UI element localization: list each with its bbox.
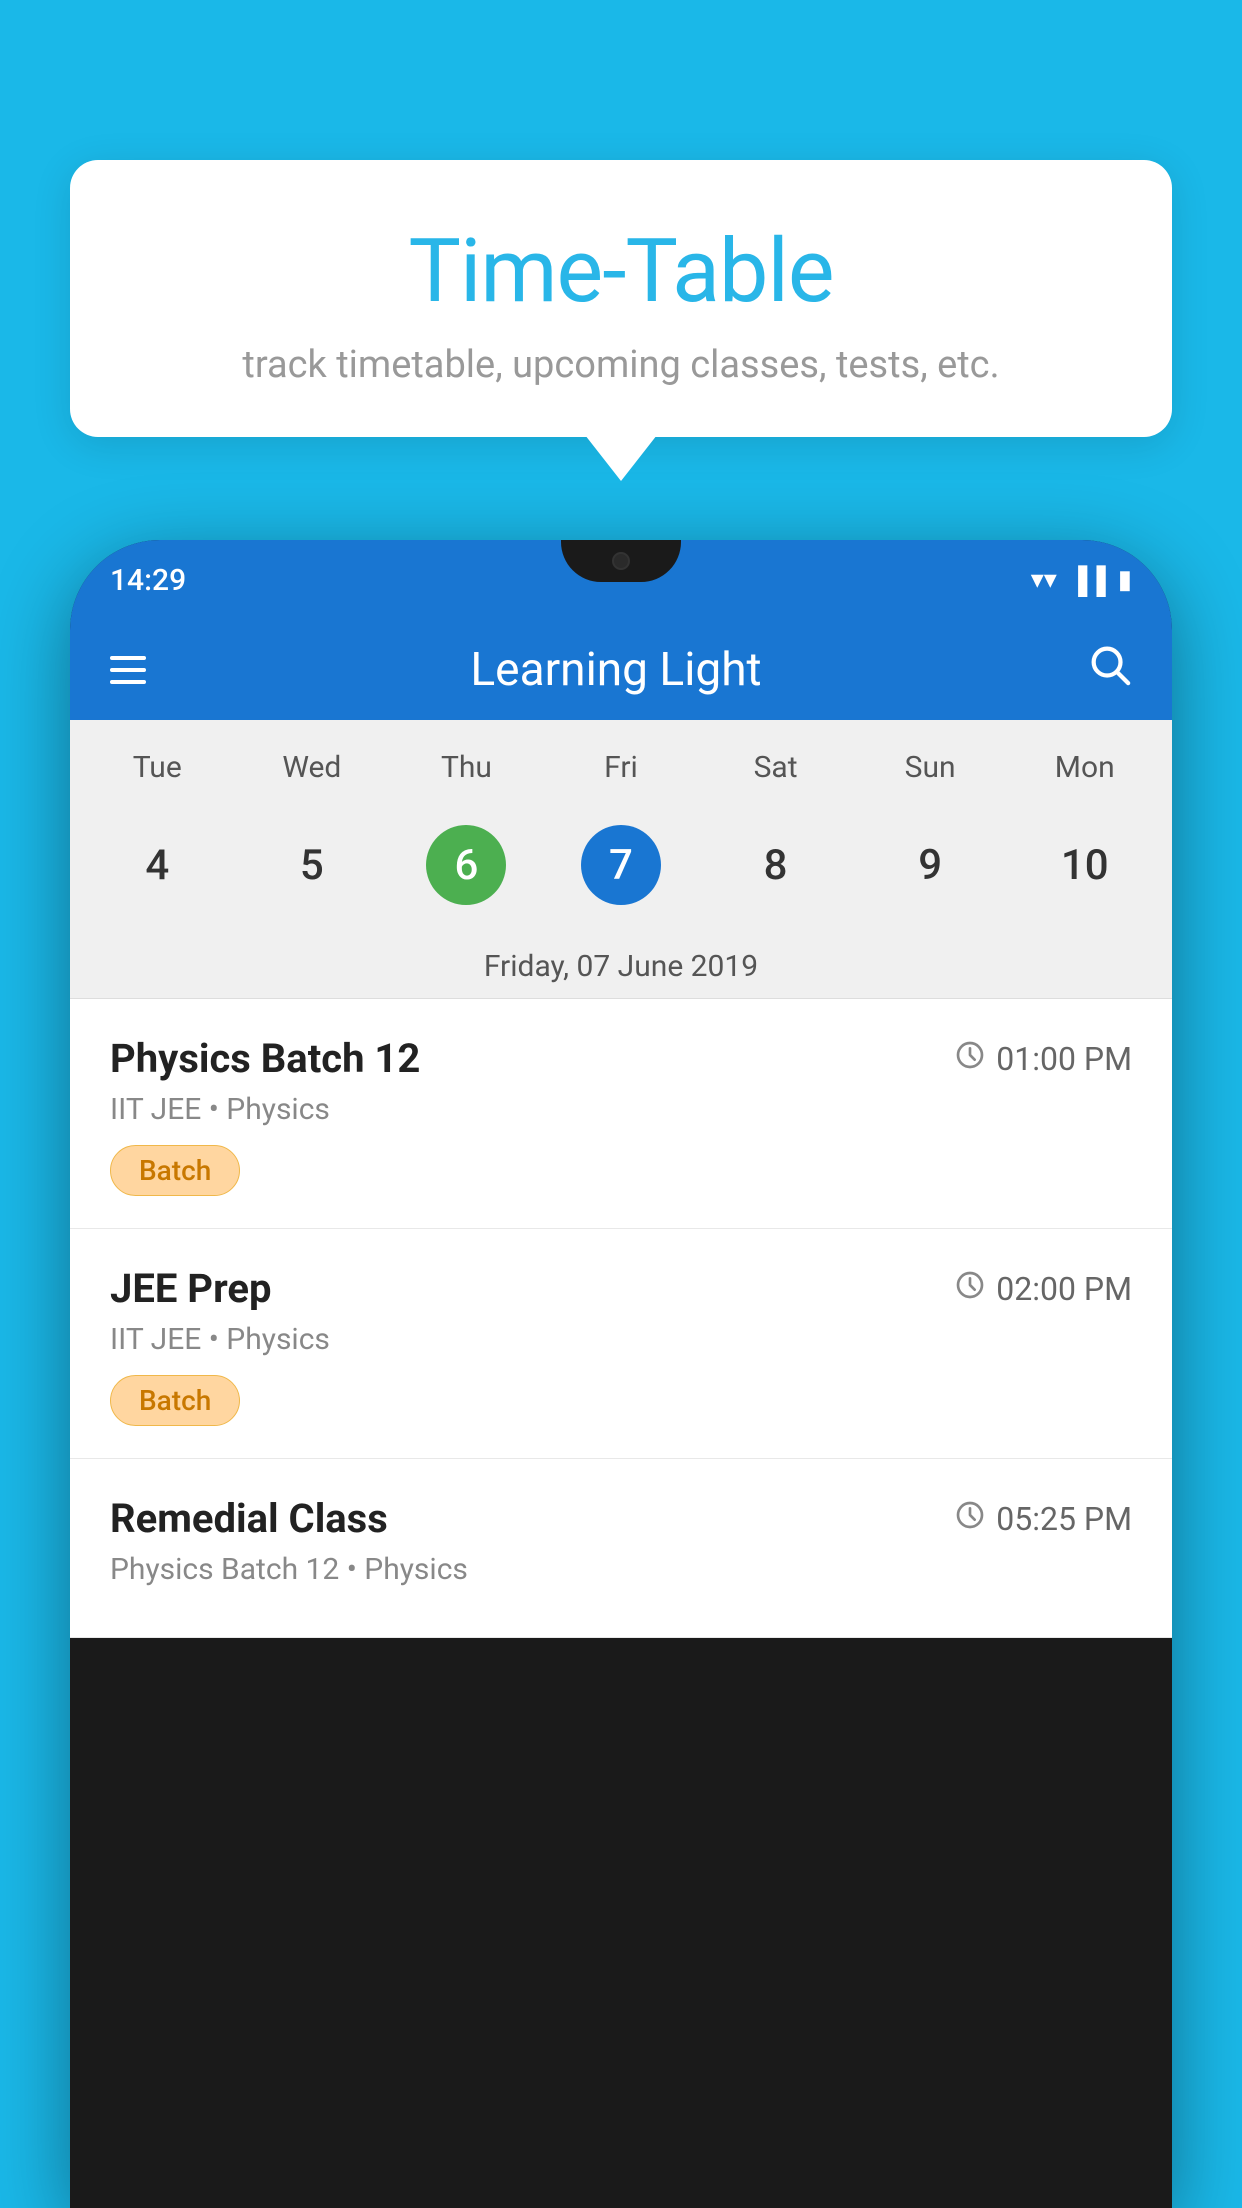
date-cell-6[interactable]: 6 <box>389 815 544 915</box>
date-num-6-today: 6 <box>426 825 506 905</box>
schedule-item-2-badge: Batch <box>110 1375 240 1426</box>
day-label-thu: Thu <box>389 740 544 795</box>
schedule-item-1-title: Physics Batch 12 <box>110 1035 420 1082</box>
date-num-5: 5 <box>272 825 352 905</box>
tooltip-title: Time-Table <box>120 220 1122 323</box>
day-label-fri: Fri <box>544 740 699 795</box>
date-cell-5[interactable]: 5 <box>235 815 390 915</box>
schedule-item-2[interactable]: JEE Prep 02:00 PM IIT JEE • Physics Batc… <box>70 1229 1172 1459</box>
date-num-4: 4 <box>117 825 197 905</box>
status-icons: ▾▾ ▐▐ ▮ <box>1031 565 1132 596</box>
schedule-item-3-time: 05:25 PM <box>954 1499 1132 1539</box>
camera-dot <box>612 552 630 570</box>
dates-row: 4 5 6 7 8 9 10 <box>70 805 1172 935</box>
clock-icon-3 <box>954 1499 986 1539</box>
status-time: 14:29 <box>110 563 186 598</box>
wifi-icon: ▾▾ <box>1031 565 1057 595</box>
app-title: Learning Light <box>176 643 1056 697</box>
day-label-mon: Mon <box>1007 740 1162 795</box>
schedule-item-2-meta: IIT JEE • Physics <box>110 1322 1132 1357</box>
tooltip-subtitle: track timetable, upcoming classes, tests… <box>120 343 1122 387</box>
day-label-sat: Sat <box>698 740 853 795</box>
schedule-item-1-time-text: 01:00 PM <box>996 1040 1132 1078</box>
schedule-item-3-time-text: 05:25 PM <box>996 1500 1132 1538</box>
schedule-item-3-meta: Physics Batch 12 • Physics <box>110 1552 1132 1587</box>
date-num-8: 8 <box>736 825 816 905</box>
schedule-item-1-time: 01:00 PM <box>954 1039 1132 1079</box>
schedule-item-1-header: Physics Batch 12 01:00 PM <box>110 1035 1132 1082</box>
schedule-item-1-badge: Batch <box>110 1145 240 1196</box>
date-num-10: 10 <box>1045 825 1125 905</box>
day-label-wed: Wed <box>235 740 390 795</box>
search-button[interactable] <box>1086 641 1132 699</box>
schedule-item-1[interactable]: Physics Batch 12 01:00 PM IIT JEE • Phys… <box>70 999 1172 1229</box>
calendar-section: Tue Wed Thu Fri Sat Sun Mon 4 5 6 <box>70 720 1172 999</box>
days-header: Tue Wed Thu Fri Sat Sun Mon <box>70 720 1172 805</box>
signal-icon: ▐▐ <box>1069 565 1106 596</box>
clock-icon-1 <box>954 1039 986 1079</box>
date-cell-10[interactable]: 10 <box>1007 815 1162 915</box>
schedule-item-2-title: JEE Prep <box>110 1265 271 1312</box>
schedule-item-2-header: JEE Prep 02:00 PM <box>110 1265 1132 1312</box>
schedule-item-3-title: Remedial Class <box>110 1495 388 1542</box>
tooltip-card: Time-Table track timetable, upcoming cla… <box>70 160 1172 437</box>
date-cell-8[interactable]: 8 <box>698 815 853 915</box>
schedule-item-3-header: Remedial Class 05:25 PM <box>110 1495 1132 1542</box>
battery-icon: ▮ <box>1118 565 1132 595</box>
date-num-9: 9 <box>890 825 970 905</box>
phone-mockup: 14:29 ▾▾ ▐▐ ▮ Learning Light <box>70 540 1172 2208</box>
selected-date-label: Friday, 07 June 2019 <box>70 935 1172 999</box>
schedule-item-1-meta: IIT JEE • Physics <box>110 1092 1132 1127</box>
status-bar: 14:29 ▾▾ ▐▐ ▮ <box>70 540 1172 620</box>
date-cell-7[interactable]: 7 <box>544 815 699 915</box>
clock-icon-2 <box>954 1269 986 1309</box>
schedule-item-3[interactable]: Remedial Class 05:25 PM Physics Batch 12… <box>70 1459 1172 1638</box>
app-header: Learning Light <box>70 620 1172 720</box>
schedule-item-2-time-text: 02:00 PM <box>996 1270 1132 1308</box>
notch <box>561 540 681 582</box>
hamburger-menu-button[interactable] <box>110 656 146 684</box>
schedule-item-2-time: 02:00 PM <box>954 1269 1132 1309</box>
day-label-tue: Tue <box>80 740 235 795</box>
date-cell-9[interactable]: 9 <box>853 815 1008 915</box>
phone-screen: Tue Wed Thu Fri Sat Sun Mon 4 5 6 <box>70 720 1172 1638</box>
date-cell-4[interactable]: 4 <box>80 815 235 915</box>
day-label-sun: Sun <box>853 740 1008 795</box>
date-num-7-selected: 7 <box>581 825 661 905</box>
schedule-list: Physics Batch 12 01:00 PM IIT JEE • Phys… <box>70 999 1172 1638</box>
